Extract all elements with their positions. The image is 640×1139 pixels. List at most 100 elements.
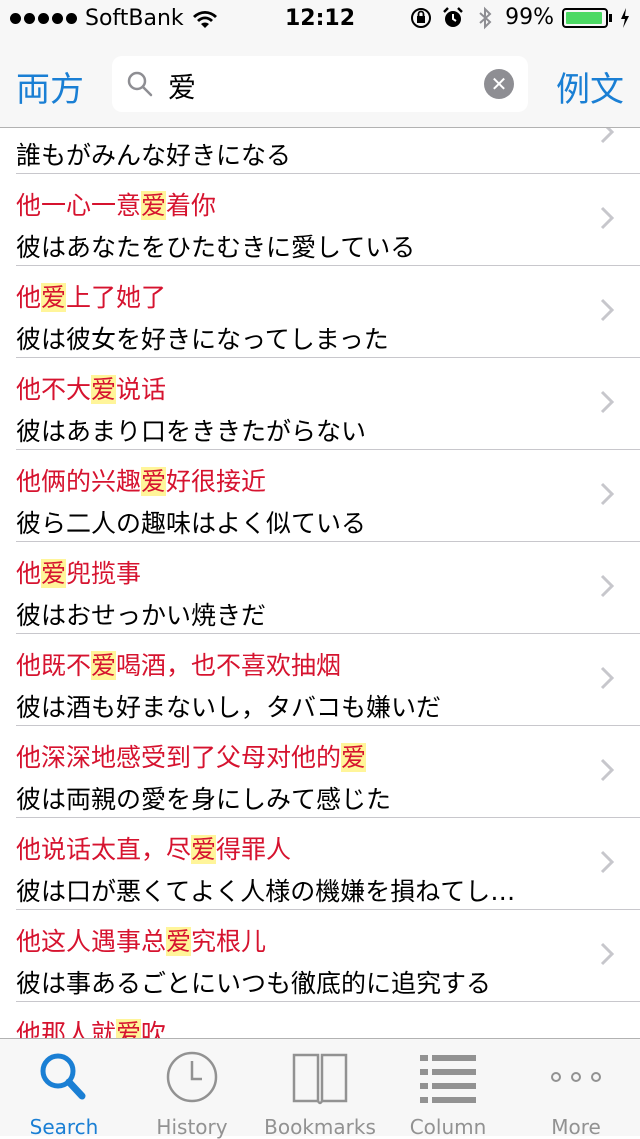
chinese-text-before: 他 [16, 283, 42, 312]
chinese-text-before: 他深深地感受到了父母对他的 [16, 743, 342, 772]
chinese-text-after: 得罪人 [216, 835, 292, 864]
chevron-right-icon [600, 128, 614, 144]
result-row[interactable]: 他一心一意爱着你彼はあなたをひたむきに愛している [16, 174, 640, 266]
japanese-translation: 彼は事あるごとにいつも徹底的に追究する [16, 969, 492, 998]
more-dots-icon [551, 1072, 601, 1082]
chinese-sentence: 他俩的兴趣爱好很接近 [16, 462, 266, 498]
result-row[interactable]: 他深深地感受到了父母对他的爱 彼は両親の愛を身にしみて感じた [16, 726, 640, 818]
chinese-text-before: 他不大 [16, 375, 92, 404]
chinese-text-before: 他 [16, 559, 42, 588]
tab-more-label: More [551, 1115, 601, 1139]
search-query[interactable]: 爱 [168, 66, 196, 106]
chevron-right-icon [600, 850, 614, 874]
chinese-sentence: 他一心一意爱着你 [16, 186, 216, 222]
chinese-text-after: 究根儿 [191, 927, 267, 956]
japanese-translation: 誰もがみんな好きになる [16, 141, 292, 170]
chinese-text-after: 上了她了 [66, 283, 167, 312]
result-row[interactable]: 他既不爱喝酒，也不喜欢抽烟彼は酒も好まないし，タバコも嫌いだ [16, 634, 640, 726]
highlighted-match: 爱 [141, 467, 167, 496]
japanese-translation: 彼はあなたをひたむきに愛している [16, 233, 416, 262]
battery-icon [562, 7, 608, 28]
chinese-text-before: 他这人遇事总 [16, 927, 167, 956]
chevron-right-icon [600, 390, 614, 414]
chevron-right-icon [600, 206, 614, 230]
highlighted-match: 爱 [91, 651, 117, 680]
chinese-sentence: 他爱上了她了 [16, 278, 166, 314]
highlighted-match: 爱 [91, 375, 117, 404]
chinese-sentence: 他既不爱喝酒，也不喜欢抽烟 [16, 646, 341, 682]
japanese-translation: 彼はおせっかい焼きだ [16, 601, 267, 630]
chinese-text-after: 兜揽事 [66, 559, 142, 588]
tab-column-label: Column [409, 1115, 487, 1139]
search-field[interactable]: 爱 ✕ [112, 56, 528, 112]
result-row[interactable]: 誰もがみんな好きになる [16, 128, 640, 174]
result-row[interactable]: 他俩的兴趣爱好很接近彼ら二人の趣味はよく似ている [16, 450, 640, 542]
highlighted-match: 爱 [166, 927, 192, 956]
clock-icon [166, 1051, 218, 1103]
results-list[interactable]: 誰もがみんな好きになる 他一心一意爱着你 彼はあなたをひたむきに愛している 他爱上了她… [0, 128, 640, 1038]
chinese-text-after: 好很接近 [166, 467, 267, 496]
chinese-text-before: 他俩的兴趣 [16, 467, 142, 496]
tab-bar: Search History Bookmarks Column More [0, 1038, 640, 1139]
chevron-right-icon [600, 758, 614, 782]
chinese-text-after: 着你 [166, 191, 217, 220]
result-row[interactable]: 他爱上了她了彼は彼女を好きになってしまった [16, 266, 640, 358]
result-row[interactable]: 他这人遇事总爱究根儿彼は事あるごとにいつも徹底的に追究する [16, 910, 640, 1002]
chinese-text-before: 他那人就 [16, 1019, 117, 1038]
result-row[interactable]: 他爱兜揽事彼はおせっかい焼きだ [16, 542, 640, 634]
chinese-sentence: 他爱兜揽事 [16, 554, 141, 590]
orientation-lock-icon [411, 7, 432, 28]
chinese-sentence: 他那人就爱吹 [16, 1014, 166, 1038]
chinese-text-after: 喝酒，也不喜欢抽烟 [116, 651, 342, 680]
tab-history[interactable]: History [128, 1049, 256, 1139]
search-icon [127, 71, 153, 97]
tab-bookmarks[interactable]: Bookmarks [256, 1049, 384, 1139]
navigation-bar: 両方 爱 ✕ 例文 [0, 40, 640, 128]
highlighted-match: 爱 [191, 835, 217, 864]
chinese-text-before: 他说话太直，尽 [16, 835, 192, 864]
chinese-text-before: 他既不 [16, 651, 92, 680]
result-row[interactable]: 他说话太直，尽爱得罪人彼は口が悪くてよく人様の機嫌を損ねてし… [16, 818, 640, 910]
chinese-sentence: 他这人遇事总爱究根儿 [16, 922, 266, 958]
battery-tip [609, 13, 612, 22]
japanese-translation: 彼は彼女を好きになってしまった [16, 325, 389, 354]
tab-column[interactable]: Column [384, 1049, 512, 1139]
chinese-text-before: 他一心一意 [16, 191, 142, 220]
chinese-sentence: 他深深地感受到了父母对他的爱 [16, 738, 367, 774]
highlighted-match: 爱 [116, 1019, 142, 1038]
tab-more[interactable]: More [512, 1049, 640, 1139]
bluetooth-icon [479, 6, 492, 29]
chevron-right-icon [600, 574, 614, 598]
tab-history-label: History [156, 1115, 228, 1139]
book-icon [292, 1053, 348, 1105]
example-sentences-button[interactable]: 例文 [556, 62, 624, 111]
highlighted-match: 爱 [41, 559, 67, 588]
result-row[interactable]: 他那人就爱吹 [16, 1002, 640, 1038]
chevron-right-icon [600, 666, 614, 690]
tab-bookmarks-label: Bookmarks [264, 1115, 376, 1139]
charging-bolt-icon [621, 7, 629, 28]
battery-percent: 99% [505, 5, 554, 30]
highlighted-match: 爱 [141, 191, 167, 220]
chinese-sentence: 他不大爱说话 [16, 370, 166, 406]
chevron-right-icon [600, 482, 614, 506]
both-button[interactable]: 両方 [16, 62, 84, 111]
highlighted-match: 爱 [41, 283, 67, 312]
chinese-text-after: 吹 [141, 1019, 167, 1038]
japanese-translation: 彼は口が悪くてよく人様の機嫌を損ねてし… [16, 877, 516, 906]
status-right: 99% [409, 5, 630, 30]
japanese-translation: 彼ら二人の趣味はよく似ている [16, 509, 367, 538]
chevron-right-icon [600, 298, 614, 322]
result-row[interactable]: 他不大爱说话彼はあまり口をききたがらない [16, 358, 640, 450]
list-icon [420, 1055, 476, 1103]
japanese-translation: 彼はあまり口をききたがらない [16, 417, 367, 446]
tab-search-label: Search [29, 1115, 99, 1139]
chevron-right-icon [600, 942, 614, 966]
highlighted-match: 爱 [341, 743, 367, 772]
search-icon [40, 1053, 86, 1100]
japanese-translation: 彼は酒も好まないし，タバコも嫌いだ [16, 693, 442, 722]
clear-search-icon[interactable]: ✕ [484, 69, 514, 99]
status-bar: SoftBank 12:12 99% [0, 0, 640, 40]
chinese-text-after: 说话 [116, 375, 167, 404]
tab-search[interactable]: Search [0, 1049, 128, 1139]
